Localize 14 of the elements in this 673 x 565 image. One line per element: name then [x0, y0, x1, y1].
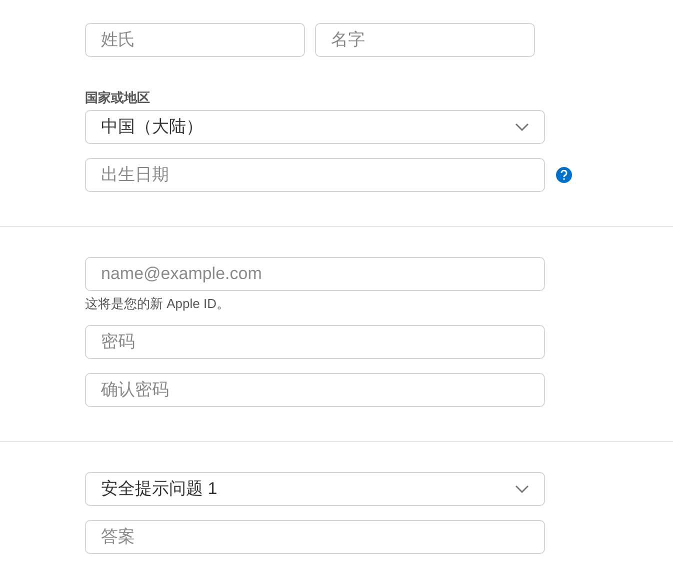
country-label: 国家或地区 — [85, 90, 151, 106]
name-field[interactable]: 姓氏 — [85, 23, 305, 57]
confirm-password-field[interactable]: 确认密码 — [85, 373, 545, 407]
name-field[interactable]: 名字 — [315, 23, 535, 57]
country-select[interactable]: 中国（大陆） — [85, 110, 545, 144]
help-icon[interactable] — [556, 167, 572, 183]
answer-field[interactable]: 答案 — [85, 520, 545, 554]
chevron-down-icon — [515, 485, 529, 493]
chevron-down-icon — [515, 123, 529, 131]
email-field[interactable]: name@example.com — [85, 257, 545, 291]
security-question-select[interactable]: 安全提示问题 1 — [85, 472, 545, 506]
birthday-field[interactable]: 出生日期 — [85, 158, 545, 192]
apple-id-hint: 这将是您的新 Apple ID。 — [85, 296, 230, 312]
password-field[interactable]: 密码 — [85, 325, 545, 359]
